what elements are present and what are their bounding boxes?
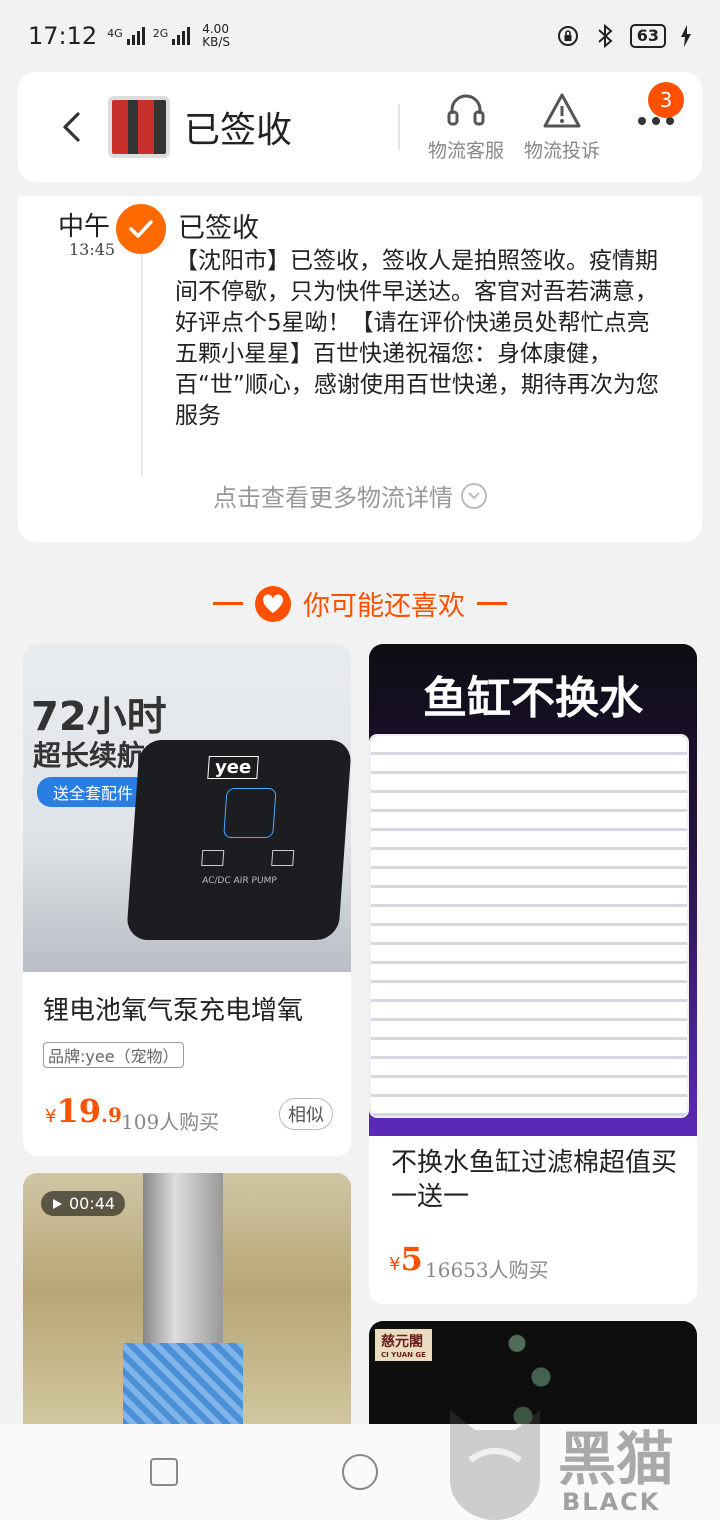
product-name: 锂电池氧气泵充电增氧 xyxy=(43,996,304,1026)
video-duration-badge: 00:44 xyxy=(41,1191,126,1216)
price-integer: 5 xyxy=(400,1240,423,1278)
track-period: 中午 xyxy=(58,212,111,242)
recommend-title: 你可能还喜欢 xyxy=(303,591,465,622)
product-thumbnail[interactable] xyxy=(108,96,170,158)
device-display xyxy=(223,788,277,838)
black-cat-logo-icon xyxy=(450,1410,540,1520)
logistics-complaint-button[interactable]: 物流投诉 xyxy=(524,92,600,163)
recent-apps-icon[interactable] xyxy=(150,1458,178,1486)
sold-count: 109人购买 xyxy=(121,1110,220,1134)
signal-4g-icon: 4G xyxy=(107,27,145,45)
track-status: 已签收 xyxy=(178,213,259,244)
logistics-complaint-label: 物流投诉 xyxy=(524,140,601,162)
price-decimal: .9 xyxy=(100,1103,122,1127)
track-time: 13:45 xyxy=(69,240,116,259)
logistics-card: 中午 13:45 已签收 【沈阳市】已签收，签收人是拍照签收。疫情期间不停歇，只… xyxy=(18,196,702,542)
product-card[interactable]: 00:44 xyxy=(23,1173,351,1433)
speed-unit: KB/S xyxy=(202,35,230,49)
battery-icon: 63 xyxy=(629,24,666,48)
device-brand: yee xyxy=(207,756,260,779)
product-image: 鱼缸不换水 xyxy=(369,644,697,1136)
heart-icon xyxy=(255,585,291,622)
left-dash xyxy=(213,602,243,605)
device-plus-button xyxy=(271,850,295,866)
network-speed: 4.00 KB/S xyxy=(202,23,230,49)
image-tag: 送全套配件 xyxy=(37,777,150,807)
product-image: 72小时 超长续航 送全套配件 yee AC/DC AIR PUMP xyxy=(23,644,351,972)
more-logistics-label: 点击查看更多物流详情 xyxy=(213,484,453,512)
chevron-down-icon xyxy=(461,482,487,509)
filter-sleeve-image xyxy=(123,1343,243,1433)
right-dash xyxy=(477,602,507,605)
page-title: 已签收 xyxy=(184,110,293,151)
watermark: 黑猫 BLACK CAT xyxy=(440,1400,720,1520)
signed-check-icon xyxy=(116,204,166,254)
video-time: 00:44 xyxy=(69,1194,116,1213)
sold-count: 16653人购买 xyxy=(425,1258,549,1282)
speed-value: 4.00 xyxy=(202,22,229,36)
price-currency: ¥ xyxy=(45,1106,57,1127)
shop-logo-text: 慈元閣 xyxy=(381,1334,423,1350)
product-card[interactable]: 72小时 超长续航 送全套配件 yee AC/DC AIR PUMP 锂电池氧气… xyxy=(23,644,351,1156)
track-description: 【沈阳市】已签收，签收人是拍照签收。疫情期间不停歇，只为快件早送达。客官对吾若满… xyxy=(175,248,659,429)
price-integer: 19 xyxy=(56,1092,101,1130)
notification-badge: 3 xyxy=(648,82,684,118)
watermark-cn: 黑猫 xyxy=(558,1425,675,1493)
status-time: 17:12 xyxy=(28,22,98,50)
image-text-endurance: 超长续航 xyxy=(33,739,146,772)
pump-device-image: yee AC/DC AIR PUMP xyxy=(126,740,351,940)
filter-cotton-stack-image xyxy=(371,736,687,1116)
shop-logo: 慈元閣 CI YUAN GE xyxy=(375,1329,432,1361)
rotation-lock-icon xyxy=(557,26,578,46)
product-price: ¥ 5 xyxy=(389,1240,423,1278)
bluetooth-icon xyxy=(598,23,613,49)
image-title: 鱼缸不换水 xyxy=(423,673,643,724)
watermark-en: BLACK CAT xyxy=(562,1488,661,1520)
warning-icon xyxy=(543,93,581,128)
back-arrow-icon[interactable] xyxy=(54,109,90,145)
logistics-header: 已签收 物流客服 物流投诉 3 xyxy=(18,72,702,182)
device-minus-button xyxy=(201,850,225,866)
more-logistics-link[interactable]: 点击查看更多物流详情 xyxy=(213,478,487,513)
headset-icon xyxy=(447,94,485,126)
status-bar: 17:12 4G 2G 4.00 KB/S 63 xyxy=(0,0,720,72)
signal-2g-label: 2G xyxy=(152,27,169,40)
shop-logo-sub: CI YUAN GE xyxy=(381,1351,426,1359)
price-currency: ¥ xyxy=(389,1254,401,1275)
timeline-line xyxy=(141,242,143,476)
play-icon xyxy=(53,1198,62,1209)
product-name: 不换水鱼缸过滤棉超值买一送一 xyxy=(391,1148,678,1212)
product-price: ¥ 19 .9 xyxy=(45,1092,122,1130)
home-icon[interactable] xyxy=(342,1454,378,1490)
recommend-header: 你可能还喜欢 xyxy=(0,584,720,623)
logistics-service-button[interactable]: 物流客服 xyxy=(428,92,504,163)
signal-2g-icon: 2G xyxy=(153,27,191,45)
product-card[interactable]: 鱼缸不换水 不换水鱼缸过滤棉超值买一送一 ¥ 5 16653人购买 xyxy=(369,644,697,1304)
signal-4g-label: 4G xyxy=(107,27,123,40)
similar-button[interactable]: 相似 xyxy=(279,1098,333,1130)
header-divider xyxy=(398,104,400,150)
logistics-service-label: 物流客服 xyxy=(428,140,505,162)
charging-icon xyxy=(681,25,691,47)
brand-tag: 品牌:yee（宠物） xyxy=(43,1042,184,1068)
device-label: AC/DC AIR PUMP xyxy=(201,876,278,886)
